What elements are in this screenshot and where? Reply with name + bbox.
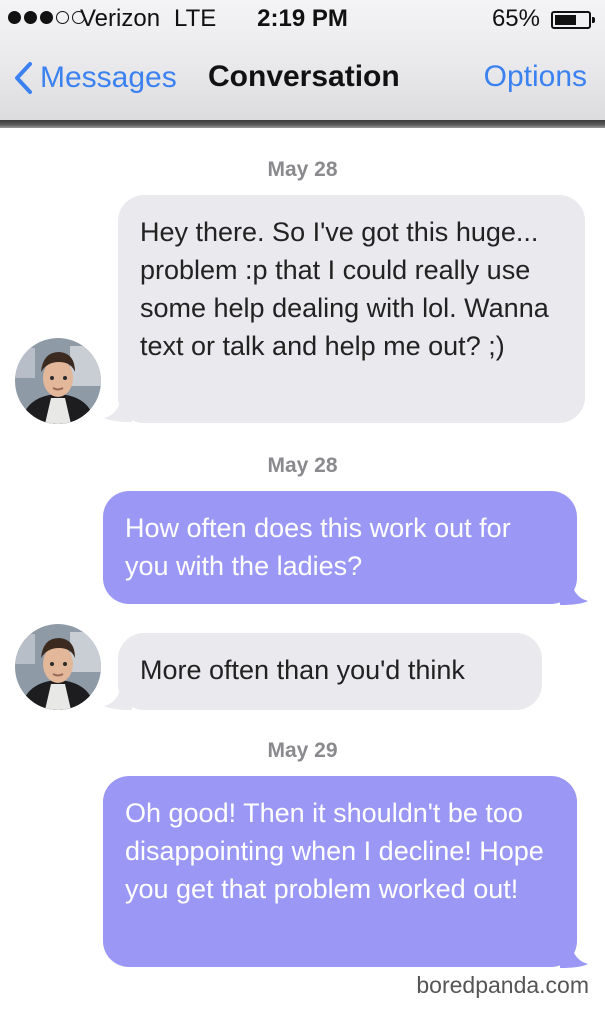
back-button-label: Messages (40, 61, 177, 94)
battery-percent: 65% (491, 5, 540, 32)
avatar (15, 338, 101, 424)
date-label: May 28 (267, 158, 338, 181)
message-text: How often does this work out for you wit… (125, 513, 511, 581)
incoming-message-bubble[interactable]: Hey there. So I've got this huge... prob… (118, 195, 585, 423)
back-to-messages-button[interactable]: Messages (8, 58, 177, 98)
watermark: boredpanda.com (416, 972, 589, 998)
outgoing-message-bubble[interactable]: How often does this work out for you wit… (103, 491, 577, 604)
incoming-message-bubble[interactable]: More often than you'd think (118, 633, 542, 710)
message-text: More often than you'd think (140, 655, 465, 685)
header-bar: Verizon LTE 2:19 PM 65% Messages Convers… (0, 0, 605, 120)
outgoing-message-bubble[interactable]: Oh good! Then it shouldn't be too disapp… (103, 776, 577, 967)
options-button[interactable]: Options (484, 60, 587, 94)
status-bar: Verizon LTE 2:19 PM 65% (0, 0, 605, 38)
battery-level-fill (555, 15, 576, 25)
sender-photo-icon (15, 338, 101, 424)
avatar (15, 624, 101, 710)
page-title: Conversation (208, 60, 400, 93)
message-text: Hey there. So I've got this huge... prob… (140, 217, 549, 361)
messages-screen: Verizon LTE 2:19 PM 65% Messages Convers… (0, 0, 605, 1010)
chevron-left-icon (15, 62, 32, 94)
battery-icon (551, 11, 595, 29)
header-divider (0, 120, 605, 128)
message-text: Oh good! Then it shouldn't be too disapp… (125, 798, 544, 904)
navigation-bar: Messages Conversation Options (0, 50, 605, 110)
date-label: May 29 (267, 739, 338, 762)
sender-photo-icon (15, 624, 101, 710)
date-label: May 28 (267, 454, 338, 477)
